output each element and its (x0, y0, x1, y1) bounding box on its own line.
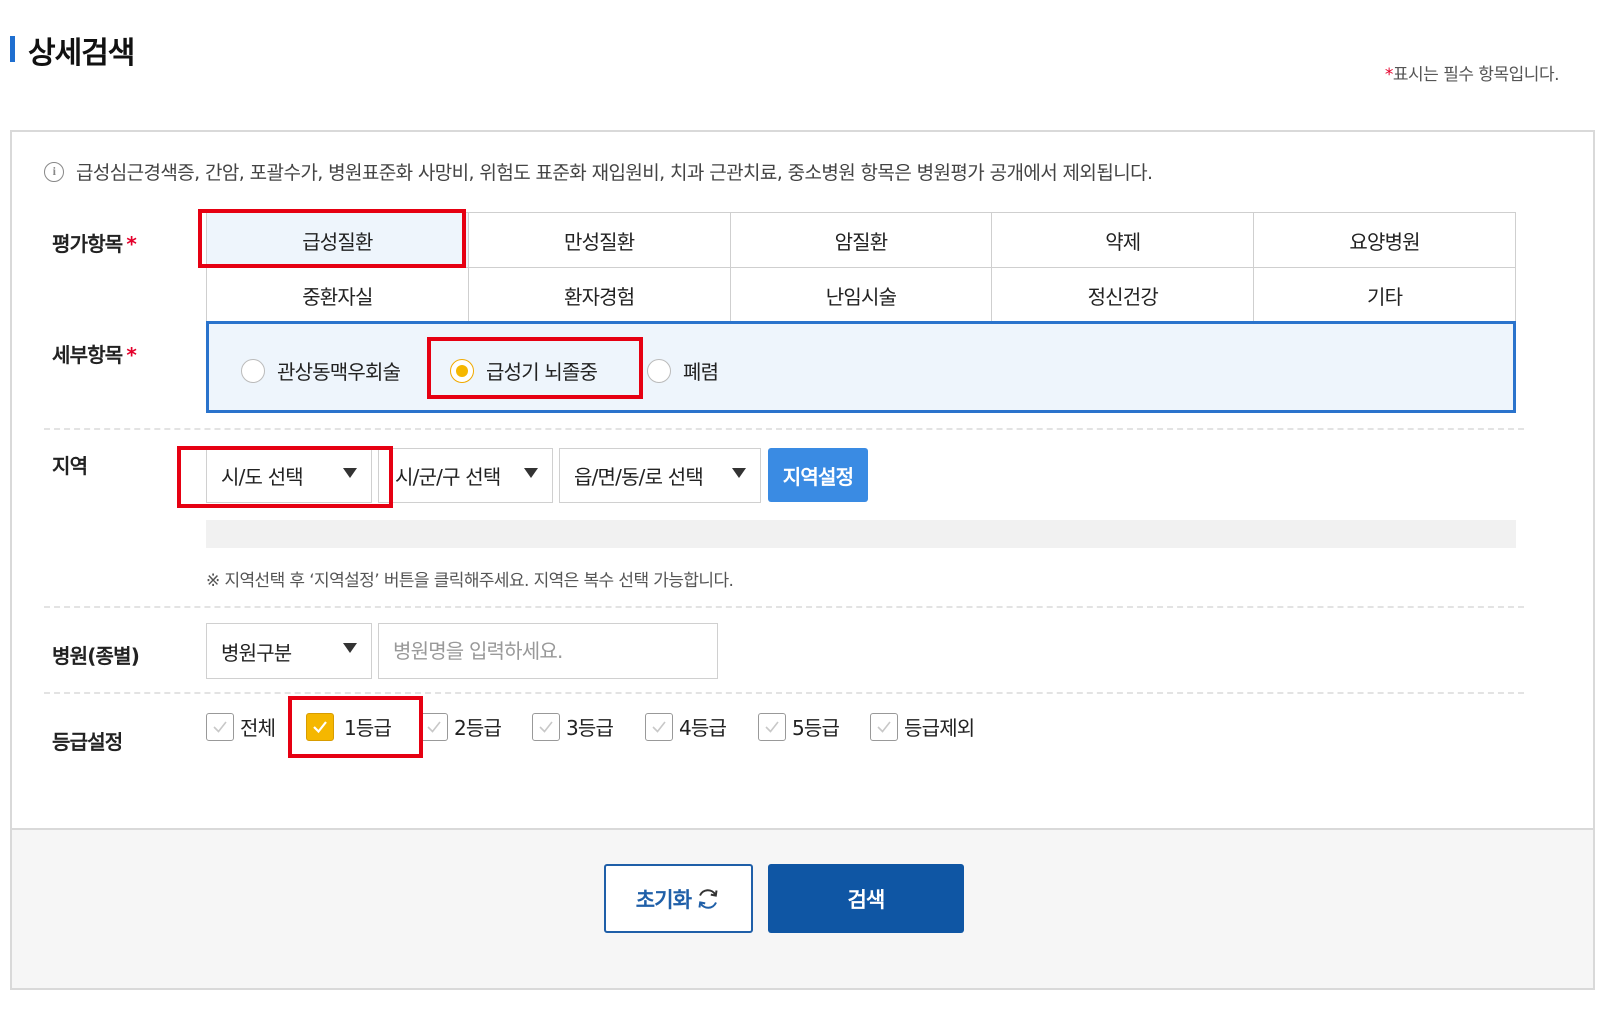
required-note: *표시는 필수 항목입니다. (1384, 60, 1560, 85)
info-icon: i (44, 161, 64, 182)
detail-options-box: 관상동맥우회술 급성기 뇌졸중 폐렴 (206, 321, 1516, 413)
grade-all-checkbox[interactable]: 전체 (206, 712, 276, 741)
divider (44, 428, 1524, 430)
grade-label: 등급설정 (52, 730, 123, 754)
hospital-name-input[interactable] (378, 623, 718, 679)
tab-chronic-disease[interactable]: 만성질환 (468, 213, 731, 268)
reset-button-label: 초기화 (635, 887, 692, 912)
checkbox-label: 1등급 (344, 716, 392, 740)
radio-button-selected[interactable] (450, 358, 474, 383)
check-icon (313, 720, 327, 733)
grade-3-checkbox[interactable]: 3등급 (532, 712, 614, 741)
title-accent-bar (10, 36, 15, 62)
checkbox-box-checked[interactable] (306, 712, 334, 741)
checkbox-box[interactable] (870, 712, 898, 741)
region-label: 지역 (52, 454, 88, 478)
tab-infertility[interactable]: 난임시술 (730, 268, 993, 323)
radio-label: 폐렴 (683, 360, 719, 384)
checkbox-label: 4등급 (679, 716, 727, 740)
checkbox-label: 3등급 (566, 716, 614, 740)
tab-icu[interactable]: 중환자실 (207, 268, 469, 323)
grade-2-checkbox[interactable]: 2등급 (420, 712, 502, 741)
check-icon (765, 721, 779, 733)
selected-region-area (206, 520, 1516, 548)
region-set-button[interactable]: 지역설정 (768, 448, 868, 502)
required-star: * (126, 343, 137, 367)
required-star: * (126, 232, 137, 256)
sigungu-select[interactable]: 시/군/구 선택 (378, 448, 553, 503)
radio-label: 급성기 뇌졸중 (486, 360, 598, 384)
radio-button[interactable] (241, 358, 265, 383)
checkbox-box[interactable] (645, 712, 673, 741)
check-icon (652, 721, 666, 733)
radio-cabg[interactable]: 관상동맥우회술 (241, 356, 401, 385)
notice-text: 급성심근경색증, 간암, 포괄수가, 병원표준화 사망비, 위험도 표준화 재입… (76, 162, 1153, 184)
dropdown-arrow-icon (524, 468, 538, 478)
evaluation-tabs: 급성질환 만성질환 암질환 약제 요양병원 중환자실 환자경험 난임시술 정신건… (206, 212, 1516, 323)
eupmyeondong-select-value: 읍/면/동/로 선택 (574, 465, 704, 489)
checkbox-box[interactable] (206, 712, 234, 741)
checkbox-box[interactable] (420, 712, 448, 741)
divider (44, 692, 1524, 694)
tab-acute-disease[interactable]: 급성질환 (207, 213, 469, 268)
radio-label: 관상동맥우회술 (277, 360, 401, 384)
dropdown-arrow-icon (343, 643, 357, 653)
detail-label-text: 세부항목 (52, 343, 123, 367)
checkbox-label: 2등급 (454, 716, 502, 740)
check-icon (427, 721, 441, 733)
refresh-icon (698, 888, 718, 909)
checkbox-label: 5등급 (792, 716, 840, 740)
tab-cancer[interactable]: 암질환 (730, 213, 993, 268)
hospital-type-select[interactable]: 병원구분 (206, 623, 372, 679)
evaluation-label-text: 평가항목 (52, 232, 123, 256)
tab-patient-experience[interactable]: 환자경험 (468, 268, 731, 323)
checkbox-box[interactable] (532, 712, 560, 741)
hospital-label: 병원(종별) (52, 644, 140, 668)
evaluation-label: 평가항목 * (52, 228, 137, 257)
page-title: 상세검색 (28, 36, 135, 71)
grade-1-checkbox[interactable]: 1등급 (306, 712, 392, 741)
grade-5-checkbox[interactable]: 5등급 (758, 712, 840, 741)
radio-pneumonia[interactable]: 폐렴 (647, 356, 719, 385)
checkbox-label: 등급제외 (904, 716, 975, 740)
tab-medication[interactable]: 약제 (992, 213, 1255, 268)
dropdown-arrow-icon (732, 468, 746, 478)
required-note-text: 표시는 필수 항목입니다. (1392, 65, 1560, 85)
sigungu-select-value: 시/군/구 선택 (395, 465, 501, 489)
radio-button[interactable] (647, 358, 671, 383)
eupmyeondong-select[interactable]: 읍/면/동/로 선택 (559, 448, 761, 503)
divider (44, 606, 1524, 608)
hospital-type-value: 병원구분 (221, 640, 292, 665)
check-icon (539, 721, 553, 733)
check-icon (877, 721, 891, 733)
tab-etc[interactable]: 기타 (1254, 268, 1516, 323)
notice: i 급성심근경색증, 간암, 포괄수가, 병원표준화 사망비, 위험도 표준화 … (44, 158, 1153, 185)
check-icon (213, 721, 227, 733)
tab-mental-health[interactable]: 정신건강 (992, 268, 1255, 323)
detail-label: 세부항목 * (52, 339, 137, 368)
checkbox-label: 전체 (240, 716, 276, 740)
dropdown-arrow-icon (343, 468, 357, 478)
checkbox-box[interactable] (758, 712, 786, 741)
required-star: * (1384, 65, 1394, 85)
region-hint: ※ 지역선택 후 ‘지역설정’ 버튼을 클릭해주세요. 지역은 복수 선택 가능… (206, 571, 734, 591)
tab-nursing-hospital[interactable]: 요양병원 (1254, 213, 1516, 268)
search-button[interactable]: 검색 (768, 864, 964, 933)
sido-select-value: 시/도 선택 (221, 465, 304, 489)
grade-4-checkbox[interactable]: 4등급 (645, 712, 727, 741)
sido-select[interactable]: 시/도 선택 (206, 448, 372, 503)
radio-acute-stroke[interactable]: 급성기 뇌졸중 (450, 356, 598, 385)
reset-button[interactable]: 초기화 (604, 864, 753, 933)
grade-excluded-checkbox[interactable]: 등급제외 (870, 712, 975, 741)
